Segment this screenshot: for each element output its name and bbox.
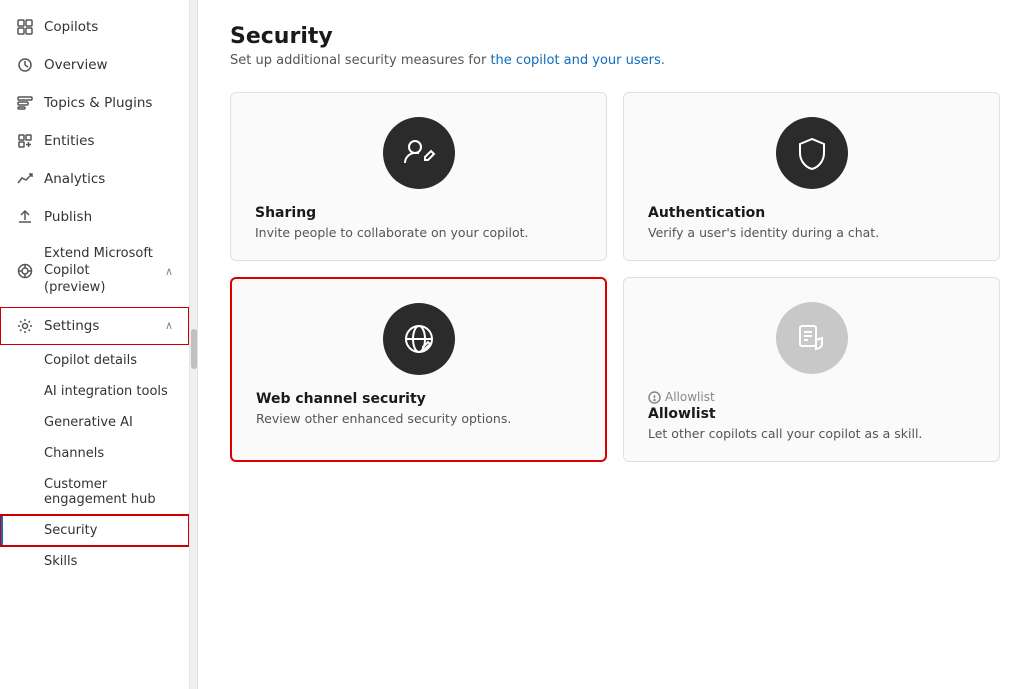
sidebar-sub-skills[interactable]: Skills [0, 546, 189, 577]
sidebar-item-copilots-label: Copilots [44, 19, 98, 35]
allowlist-badge-icon [648, 391, 661, 404]
sidebar-sub-copilot-details-label: Copilot details [44, 353, 137, 368]
sidebar: Copilots Overview Topics & Plugins [0, 0, 190, 689]
sidebar-item-overview-label: Overview [44, 57, 108, 73]
sidebar-item-topics-label: Topics & Plugins [44, 95, 152, 111]
main-content: Security Set up additional security meas… [198, 0, 1032, 689]
sidebar-sub-copilot-details[interactable]: Copilot details [0, 345, 189, 376]
sidebar-sub-ai-integration-label: AI integration tools [44, 384, 168, 399]
sidebar-item-extend-label: Extend MicrosoftCopilot (preview) [44, 246, 155, 297]
allowlist-badge-row: Allowlist [648, 390, 715, 404]
subtitle-link[interactable]: the copilot and your users. [490, 53, 664, 68]
grid-icon [16, 18, 34, 36]
authentication-card-title: Authentication [648, 205, 765, 221]
sidebar-sub-security-label: Security [44, 523, 97, 538]
sidebar-sub-skills-label: Skills [44, 554, 77, 569]
sidebar-item-analytics[interactable]: Analytics [0, 160, 189, 198]
allowlist-card-desc: Let other copilots call your copilot as … [648, 426, 922, 441]
card-authentication[interactable]: Authentication Verify a user's identity … [623, 92, 1000, 261]
sharing-card-desc: Invite people to collaborate on your cop… [255, 225, 529, 240]
extend-chevron: ∧ [165, 265, 173, 278]
sidebar-item-settings[interactable]: Settings ∧ [0, 307, 189, 345]
authentication-card-desc: Verify a user's identity during a chat. [648, 225, 879, 240]
web-channel-icon-circle [383, 303, 455, 375]
sidebar-item-entities-label: Entities [44, 133, 95, 149]
sidebar-sub-generative-ai[interactable]: Generative AI [0, 407, 189, 438]
sidebar-item-publish[interactable]: Publish [0, 198, 189, 236]
sidebar-sub-customer-hub[interactable]: Customer engagement hub [0, 469, 189, 515]
scrollbar[interactable] [190, 0, 198, 689]
sidebar-item-entities[interactable]: Entities [0, 122, 189, 160]
person-edit-icon [401, 135, 437, 171]
sidebar-sub-customer-hub-label: Customer engagement hub [44, 477, 173, 507]
sidebar-item-publish-label: Publish [44, 209, 92, 225]
sharing-card-title: Sharing [255, 205, 316, 221]
extend-icon [16, 262, 34, 280]
sidebar-sub-ai-integration[interactable]: AI integration tools [0, 376, 189, 407]
web-channel-card-title: Web channel security [256, 391, 426, 407]
sidebar-item-copilots[interactable]: Copilots [0, 8, 189, 46]
sidebar-item-analytics-label: Analytics [44, 171, 105, 187]
settings-icon [16, 317, 34, 335]
sidebar-item-overview[interactable]: Overview [0, 46, 189, 84]
sidebar-sub-generative-ai-label: Generative AI [44, 415, 133, 430]
sidebar-item-topics[interactable]: Topics & Plugins [0, 84, 189, 122]
authentication-icon-circle [776, 117, 848, 189]
sharing-icon-circle [383, 117, 455, 189]
analytics-icon [16, 170, 34, 188]
sidebar-item-settings-label: Settings [44, 318, 99, 334]
card-allowlist[interactable]: Allowlist Allowlist Let other copilots c… [623, 277, 1000, 462]
globe-shield-icon [401, 321, 437, 357]
shield-icon [794, 135, 830, 171]
sidebar-item-extend[interactable]: Extend MicrosoftCopilot (preview) ∧ [0, 236, 189, 307]
allowlist-badge-label: Allowlist [665, 390, 715, 404]
sidebar-sub-channels-label: Channels [44, 446, 104, 461]
publish-icon [16, 208, 34, 226]
sidebar-sub-security[interactable]: Security [0, 515, 189, 546]
page-subtitle: Set up additional security measures for … [230, 53, 1000, 68]
card-web-channel-security[interactable]: Web channel security Review other enhanc… [230, 277, 607, 462]
settings-chevron: ∧ [165, 319, 173, 332]
allowlist-card-title: Allowlist [648, 406, 716, 422]
topics-icon [16, 94, 34, 112]
allowlist-icon [794, 320, 830, 356]
page-title: Security [230, 24, 1000, 49]
overview-icon [16, 56, 34, 74]
card-sharing[interactable]: Sharing Invite people to collaborate on … [230, 92, 607, 261]
cards-grid: Sharing Invite people to collaborate on … [230, 92, 1000, 462]
web-channel-card-desc: Review other enhanced security options. [256, 411, 511, 426]
entities-icon [16, 132, 34, 150]
allowlist-icon-circle [776, 302, 848, 374]
sidebar-sub-channels[interactable]: Channels [0, 438, 189, 469]
